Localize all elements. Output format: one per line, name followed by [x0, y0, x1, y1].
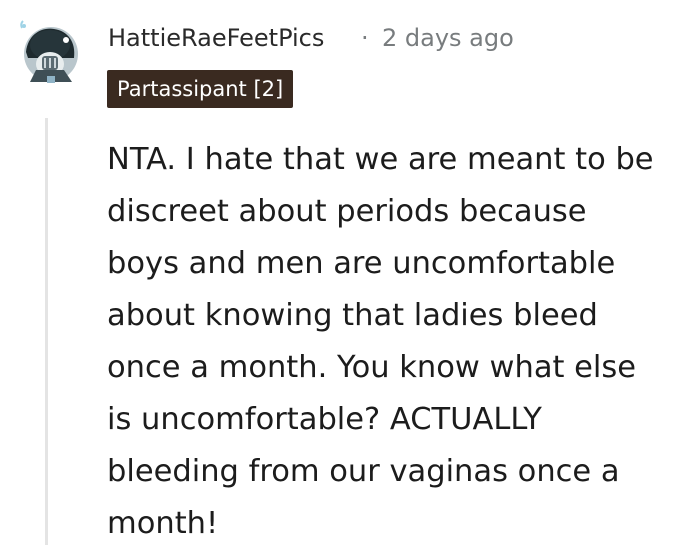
snoo-avatar-icon [18, 20, 84, 86]
comment-author[interactable]: HattieRaeFeetPics [108, 24, 324, 52]
comment-body-line: month! [107, 506, 219, 541]
comment: HattieRaeFeetPics · 2 days ago Partassip… [0, 0, 700, 545]
thread-collapse-line[interactable] [45, 118, 48, 545]
comment-body-line: boys and men are uncomfortable [107, 246, 616, 281]
comment-body: NTA. I hate that we are meant to be disc… [107, 134, 697, 545]
comment-body-line: bleeding from our vaginas once a [107, 454, 620, 489]
comment-body-line: once a month. You know what else [107, 350, 637, 385]
user-flair-badge: Partassipant [2] [107, 70, 294, 108]
comment-body-line: about knowing that ladies bleed [107, 298, 598, 333]
user-avatar[interactable] [16, 18, 86, 88]
comment-body-line: is uncomfortable? ACTUALLY [107, 402, 542, 437]
comment-body-line: NTA. I hate that we are meant to be [107, 142, 654, 177]
comment-timestamp[interactable]: 2 days ago [382, 24, 514, 52]
comment-body-line: discreet about periods because [107, 194, 587, 229]
meta-separator: · [361, 24, 369, 52]
